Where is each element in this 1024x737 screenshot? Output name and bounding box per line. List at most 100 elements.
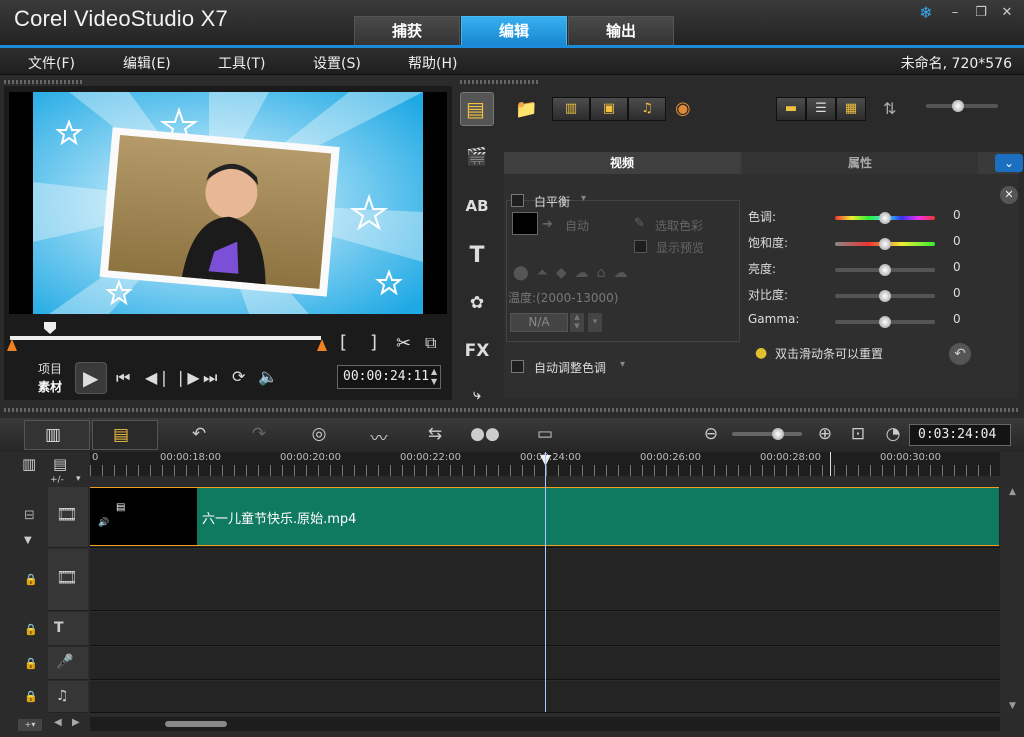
path-icon[interactable]: ⤷	[461, 380, 493, 410]
scroll-right-icon[interactable]: ▶	[72, 717, 80, 728]
clip-mode-label[interactable]: 素材	[38, 378, 62, 395]
temperature-input[interactable]: N/A	[510, 313, 568, 332]
scroll-up-icon[interactable]: ▲	[1009, 487, 1016, 497]
subtitle-editor-icon[interactable]: ▭	[530, 424, 560, 444]
tab-edit[interactable]: 编辑	[461, 16, 567, 46]
home-icon[interactable]: ⏮	[116, 368, 130, 388]
redo-icon[interactable]: ↷	[244, 424, 274, 444]
voice-track-header[interactable]: 🎤	[48, 647, 88, 680]
previous-frame-icon[interactable]: ◀❘	[145, 368, 171, 387]
scrollbar-thumb[interactable]	[165, 721, 227, 727]
volume-icon[interactable]: 🔈	[258, 367, 278, 386]
lock-icon[interactable]: 🔒	[24, 623, 38, 636]
trim-start-marker[interactable]	[7, 339, 17, 351]
enlarge-icon[interactable]: ⧉	[425, 333, 436, 353]
player-timecode[interactable]: 00:00:24:11	[337, 365, 441, 389]
lock-icon[interactable]: 🔒	[24, 573, 38, 586]
video-track-header[interactable]: 🎞	[48, 487, 88, 548]
close-icon[interactable]: ✕	[997, 4, 1017, 22]
trim-end-marker[interactable]	[317, 339, 327, 351]
show-preview-checkbox[interactable]	[634, 240, 647, 253]
add-track-button[interactable]: +▾	[18, 719, 42, 731]
show-photos-button[interactable]: ▣	[590, 97, 628, 121]
tab-attributes[interactable]: 属性	[742, 152, 978, 174]
play-button[interactable]: ▶	[75, 362, 107, 394]
music-track-header[interactable]: ♫	[48, 681, 88, 713]
view-grid-button[interactable]: ▦	[836, 97, 866, 121]
slider-knob[interactable]	[879, 290, 891, 302]
transition-icon[interactable]: AB	[461, 191, 493, 221]
add-remove-label[interactable]: +/-	[50, 475, 64, 485]
hue-slider[interactable]	[835, 212, 935, 224]
show-audio-button[interactable]: ♫	[628, 97, 666, 121]
repeat-icon[interactable]: ⟳	[232, 367, 245, 386]
brightness-slider[interactable]	[835, 264, 935, 276]
zoom-slider[interactable]	[732, 428, 802, 440]
temperature-dropdown[interactable]: ▾	[588, 313, 602, 332]
chevron-down-icon[interactable]: ▼	[24, 535, 32, 546]
mark-out-icon[interactable]: ]	[370, 332, 377, 353]
menu-help[interactable]: 帮助(H)	[408, 53, 457, 73]
storyboard-view-button[interactable]: ▥	[24, 420, 90, 450]
reel-icon[interactable]: ◉	[675, 98, 691, 119]
saturation-slider[interactable]	[835, 238, 935, 250]
fit-project-icon[interactable]: ⊡	[843, 424, 873, 444]
panel-grip[interactable]	[4, 408, 1020, 412]
track-manager-icon[interactable]: ▥	[22, 455, 36, 473]
tab-share[interactable]: 输出	[568, 16, 674, 46]
scissors-icon[interactable]: ✂	[396, 333, 411, 354]
panel-grip[interactable]	[4, 80, 84, 84]
temperature-stepper[interactable]: ▲ ▼	[570, 313, 584, 332]
ripple-edit-icon[interactable]: ⊟	[24, 508, 35, 523]
graphic-icon[interactable]: ✿	[461, 288, 493, 318]
preview-video[interactable]	[9, 92, 447, 314]
title-icon[interactable]: T	[461, 241, 493, 271]
menu-tools[interactable]: 工具(T)	[218, 53, 265, 73]
lighting-preset-icons[interactable]: ⬤⏶◆☁⌂☁	[513, 265, 636, 281]
timeline-view-button[interactable]: ▤	[92, 420, 158, 450]
tab-capture[interactable]: 捕获	[354, 16, 460, 46]
next-frame-icon[interactable]: ❘▶	[174, 368, 200, 387]
mark-in-icon[interactable]: [	[340, 332, 347, 353]
scroll-left-icon[interactable]: ◀	[54, 717, 62, 728]
horizontal-scrollbar[interactable]	[90, 717, 1000, 731]
view-large-button[interactable]: ▬	[776, 97, 806, 121]
minimize-icon[interactable]: –	[945, 4, 965, 22]
chevron-down-icon[interactable]: ▾	[581, 193, 586, 204]
slider-knob[interactable]	[879, 238, 891, 250]
slider-knob[interactable]	[879, 212, 891, 224]
color-swatch[interactable]	[512, 212, 538, 235]
title-track-header[interactable]: T	[48, 612, 88, 646]
chapter-icon[interactable]: ▤	[53, 455, 67, 473]
end-icon[interactable]: ⏭	[203, 368, 217, 388]
auto-tone-checkbox[interactable]	[511, 360, 524, 373]
show-videos-button[interactable]: ▥	[552, 97, 590, 121]
auto-music-icon[interactable]: ⇆	[420, 424, 450, 444]
record-capture-icon[interactable]: ◎	[304, 424, 334, 444]
view-list-button[interactable]: ☰	[806, 97, 836, 121]
folder-icon[interactable]: 📁	[515, 99, 537, 120]
sort-icon[interactable]: ⇅	[883, 99, 896, 118]
restore-icon[interactable]: ❐	[971, 4, 991, 22]
slider-knob[interactable]	[952, 100, 964, 112]
filter-icon[interactable]: FX	[461, 336, 493, 366]
media-library-tab[interactable]: ▤	[460, 92, 494, 126]
lock-icon[interactable]: 🔒	[24, 657, 38, 670]
thumbnail-size-slider[interactable]	[926, 100, 998, 112]
slider-knob[interactable]	[879, 316, 891, 328]
lock-icon[interactable]: 🔒	[24, 690, 38, 703]
close-options-button[interactable]: ✕	[1000, 186, 1018, 204]
eyedropper-icon[interactable]: ✎	[634, 216, 645, 231]
instant-project-icon[interactable]: 🎬	[461, 142, 493, 172]
tab-video[interactable]: 视频	[504, 152, 740, 174]
menu-file[interactable]: 文件(F)	[28, 53, 75, 73]
scrub-handle[interactable]	[44, 322, 56, 334]
zoom-out-icon[interactable]: ⊖	[696, 424, 726, 444]
expand-options-button[interactable]: ⌄	[995, 154, 1023, 172]
scroll-down-icon[interactable]: ▼	[1009, 701, 1016, 711]
globe-icon[interactable]: ❄	[916, 4, 936, 22]
chevron-down-icon[interactable]: ▾	[620, 359, 625, 370]
white-balance-checkbox[interactable]	[511, 194, 524, 207]
reset-button[interactable]: ↶	[949, 343, 971, 365]
menu-edit[interactable]: 编辑(E)	[123, 53, 171, 73]
